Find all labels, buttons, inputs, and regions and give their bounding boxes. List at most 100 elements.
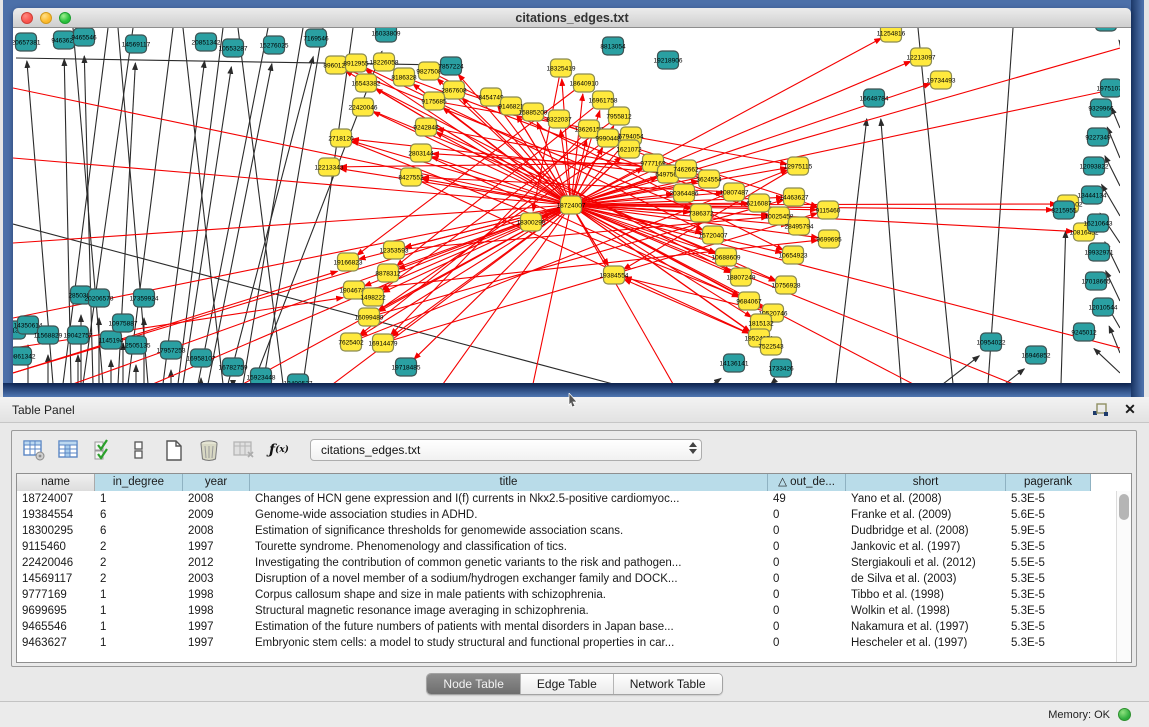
table-vertical-scrollbar[interactable] bbox=[1116, 491, 1131, 662]
network-node[interactable]: 12975115 bbox=[784, 157, 813, 175]
network-node[interactable]: 19718485 bbox=[392, 358, 421, 376]
network-node[interactable]: 16946852 bbox=[1022, 346, 1051, 364]
column-header-name[interactable]: name bbox=[17, 474, 95, 491]
float-panel-icon[interactable] bbox=[1089, 401, 1111, 419]
network-node[interactable]: 9175685 bbox=[421, 92, 447, 110]
network-node[interactable]: 7169546 bbox=[303, 29, 329, 47]
network-node[interactable]: 8912955 bbox=[343, 54, 369, 72]
close-window-button[interactable] bbox=[21, 12, 33, 24]
network-node[interactable]: 15885209 bbox=[519, 103, 548, 121]
network-node[interactable]: 16099489 bbox=[355, 308, 384, 326]
network-node[interactable]: 28495794 bbox=[785, 217, 814, 235]
network-node[interactable]: 19751074 bbox=[1097, 79, 1120, 97]
network-node[interactable]: 12505135 bbox=[122, 336, 151, 354]
function-builder-icon[interactable]: ƒ(x) bbox=[267, 438, 291, 462]
network-node[interactable]: 8813054 bbox=[600, 37, 626, 55]
network-node[interactable]: 8427552 bbox=[398, 168, 424, 186]
memory-ok-indicator[interactable] bbox=[1118, 708, 1131, 721]
network-node[interactable]: 9465546 bbox=[71, 28, 97, 46]
network-node[interactable]: 8322037 bbox=[546, 110, 572, 128]
network-node[interactable]: 8215955 bbox=[1051, 201, 1077, 219]
network-node[interactable]: 2867608 bbox=[441, 81, 467, 99]
network-node[interactable]: 14136141 bbox=[720, 354, 749, 372]
network-node[interactable]: 16914479 bbox=[369, 334, 398, 352]
network-node[interactable]: 11568829 bbox=[34, 326, 63, 344]
column-header-short[interactable]: short bbox=[846, 474, 1006, 491]
network-node[interactable]: 18226058 bbox=[370, 53, 399, 71]
table-selector-dropdown[interactable]: citations_edges.txt bbox=[310, 439, 702, 461]
network-node[interactable]: 16648784 bbox=[860, 89, 889, 107]
network-node[interactable]: 16033809 bbox=[372, 28, 401, 42]
table-row[interactable]: 946554611997Estimation of the future num… bbox=[17, 619, 1131, 635]
network-node[interactable]: 16782759 bbox=[219, 358, 248, 376]
network-node[interactable]: 16958107 bbox=[187, 349, 216, 367]
select-columns-icon[interactable] bbox=[92, 438, 116, 462]
table-mode-icon[interactable] bbox=[22, 438, 46, 462]
row-height-icon[interactable] bbox=[127, 438, 151, 462]
scrollbar-thumb[interactable] bbox=[1119, 494, 1129, 520]
network-canvas[interactable]: 8960123891295518226058982750816543382818… bbox=[13, 28, 1131, 383]
network-node[interactable]: 6216087 bbox=[746, 194, 772, 212]
network-node[interactable]: 18325419 bbox=[547, 59, 576, 77]
network-node[interactable]: 12490527 bbox=[284, 374, 313, 383]
table-row[interactable]: 946362711997Embryonic stem cells: a mode… bbox=[17, 635, 1131, 651]
network-node[interactable]: 10654923 bbox=[779, 246, 808, 264]
network-node[interactable]: 19932971 bbox=[1085, 243, 1114, 261]
network-node[interactable]: 22420046 bbox=[349, 98, 378, 116]
network-node[interactable]: 20861342 bbox=[13, 347, 36, 365]
network-node[interactable]: 17359924 bbox=[130, 289, 159, 307]
network-node[interactable]: 14463627 bbox=[780, 188, 809, 206]
network-node[interactable]: 2803144 bbox=[408, 144, 434, 162]
network-node[interactable]: 12213097 bbox=[907, 48, 936, 66]
network-node[interactable]: 9699695 bbox=[816, 230, 842, 248]
network-node[interactable]: 9227349 bbox=[1085, 128, 1111, 146]
network-node[interactable]: 20364486 bbox=[670, 184, 699, 202]
new-column-icon[interactable] bbox=[162, 438, 186, 462]
network-node[interactable]: 20851342 bbox=[192, 33, 221, 51]
network-node[interactable]: 18640910 bbox=[570, 74, 599, 92]
delete-column-icon[interactable] bbox=[197, 438, 221, 462]
citation-network-graph[interactable]: 8960123891295518226058982750816543382818… bbox=[13, 28, 1120, 383]
table-row[interactable]: 911546021997Tourette syndrome. Phenomeno… bbox=[17, 539, 1131, 555]
network-node[interactable]: 1498222 bbox=[360, 288, 386, 306]
network-node[interactable]: 12093822 bbox=[1080, 157, 1109, 175]
tab-node-table[interactable]: Node Table bbox=[427, 674, 521, 694]
network-node[interactable]: 7857224 bbox=[438, 57, 464, 75]
table-row[interactable]: 969969511998Structural magnetic resonanc… bbox=[17, 603, 1131, 619]
table-row[interactable]: 1872400712008Changes of HCN gene express… bbox=[17, 491, 1131, 507]
network-node[interactable]: 20206578 bbox=[85, 289, 114, 307]
network-node[interactable]: 12353593 bbox=[380, 241, 409, 259]
network-node[interactable]: 10807487 bbox=[720, 183, 749, 201]
network-node[interactable]: 1621072 bbox=[616, 140, 642, 158]
network-node[interactable]: 7625402 bbox=[338, 333, 364, 351]
network-node[interactable]: 12213343 bbox=[315, 158, 344, 176]
network-node[interactable]: 9245012 bbox=[1071, 323, 1097, 341]
table-row[interactable]: 1830029562008Estimation of significance … bbox=[17, 523, 1131, 539]
network-node[interactable]: 10975887 bbox=[109, 314, 138, 332]
network-node[interactable]: 19042757 bbox=[64, 326, 93, 344]
network-node[interactable]: 10756928 bbox=[772, 276, 801, 294]
window-titlebar[interactable]: citations_edges.txt bbox=[13, 8, 1131, 28]
network-node[interactable]: 19384554 bbox=[600, 266, 629, 284]
network-node[interactable]: 7955812 bbox=[606, 107, 632, 125]
column-header-year[interactable]: year bbox=[183, 474, 250, 491]
network-node[interactable]: 16961758 bbox=[589, 91, 618, 109]
table-row[interactable]: 2242004622012Investigating the contribut… bbox=[17, 555, 1131, 571]
network-node[interactable]: 9329966 bbox=[1088, 99, 1114, 117]
column-header-in_degree[interactable]: in_degree bbox=[95, 474, 183, 491]
network-node[interactable]: 1733426 bbox=[768, 359, 794, 377]
network-node[interactable]: 17957253 bbox=[157, 341, 186, 359]
network-node[interactable]: 19734493 bbox=[927, 71, 956, 89]
network-node[interactable]: 16543382 bbox=[352, 74, 381, 92]
network-node[interactable]: 10954022 bbox=[977, 333, 1006, 351]
network-node[interactable]: 9115460 bbox=[816, 201, 841, 219]
network-node[interactable]: 7386372 bbox=[688, 204, 714, 222]
network-node[interactable]: 15923448 bbox=[247, 368, 276, 383]
network-node[interactable]: 20657381 bbox=[13, 33, 41, 51]
network-node[interactable]: 18300295 bbox=[517, 213, 546, 231]
network-node[interactable]: 18807249 bbox=[727, 268, 756, 286]
network-node[interactable]: 1145194 bbox=[99, 331, 124, 349]
network-node[interactable]: 10688609 bbox=[712, 248, 741, 266]
network-node[interactable]: 7522543 bbox=[758, 337, 784, 355]
network-node[interactable]: 9242848 bbox=[413, 118, 439, 136]
